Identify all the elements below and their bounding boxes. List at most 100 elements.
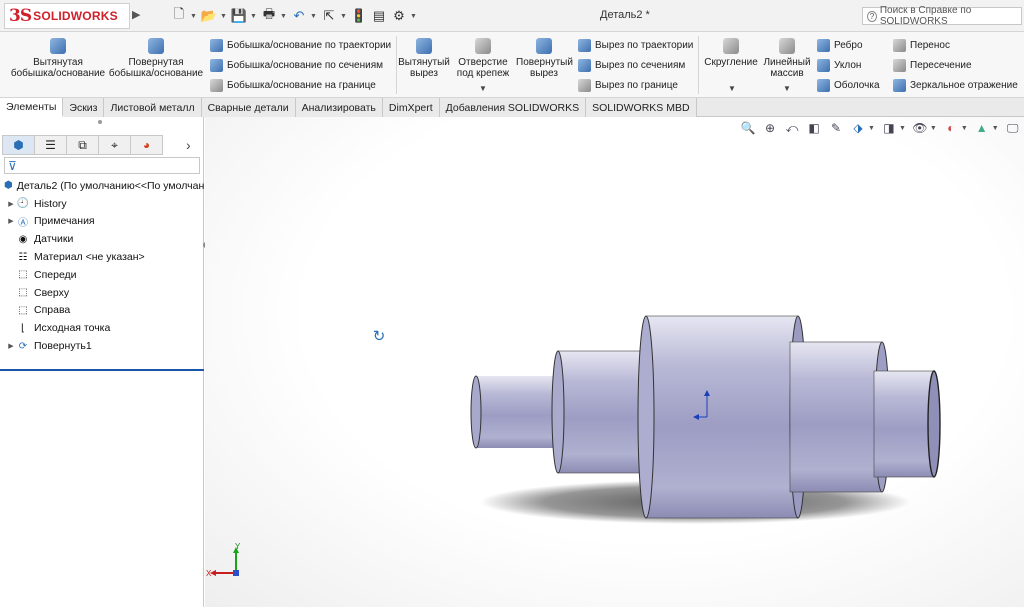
swept-cut-button[interactable]: Вырез по траектории <box>578 36 693 54</box>
property-manager-tab-icon[interactable]: ☰ <box>34 135 67 155</box>
display-manager-tab-icon[interactable]: ◕ <box>130 135 163 155</box>
tree-root-part[interactable]: ⬢ Деталь2 (По умолчанию<<По умолчан <box>0 177 204 195</box>
lofted-boss-button[interactable]: Бобышка/основание по сечениям <box>210 56 383 74</box>
draft-label: Уклон <box>834 59 862 71</box>
boundary-boss-button[interactable]: Бобышка/основание на границе <box>210 76 376 94</box>
swept-boss-icon <box>210 38 223 52</box>
configuration-manager-tab-icon[interactable]: ⧉ <box>66 135 99 155</box>
tree-item-front-plane[interactable]: ⬚ Спереди <box>0 266 204 284</box>
tree-item-top-plane[interactable]: ⬚ Сверху <box>0 284 204 302</box>
stepped-shaft-model[interactable] <box>440 300 950 530</box>
solidworks-logo[interactable]: 3S SOLIDWORKS <box>4 3 130 29</box>
open-dropdown-icon[interactable]: ▼ <box>220 13 228 20</box>
extruded-cut-button[interactable]: Вытянутый вырез <box>398 38 450 79</box>
tree-item-material[interactable]: ☷ Материал <не указан> <box>0 248 204 266</box>
help-search-input[interactable]: ? Поиск в Справке по SOLIDWORKS <box>862 5 1022 27</box>
linear-pattern-dropdown-icon[interactable]: ▼ <box>783 84 791 93</box>
options-icon[interactable]: ⚙ <box>390 7 408 25</box>
tree-item-right-plane[interactable]: ⬚ Справа <box>0 302 204 320</box>
menu-expand-icon[interactable]: ▶ <box>132 8 140 21</box>
display-style-dropdown-icon[interactable]: ▼ <box>899 125 906 132</box>
tab-sketch[interactable]: Эскиз <box>63 98 105 117</box>
select-icon[interactable]: ⇱ <box>320 7 338 25</box>
print-icon[interactable]: 🖶 <box>260 6 278 25</box>
view-settings-icon[interactable]: 🖵 <box>1005 120 1021 136</box>
draft-button[interactable]: Уклон <box>817 56 861 74</box>
dynamic-annotation-icon[interactable]: ✎ <box>828 120 844 136</box>
fillet-button[interactable]: Скругление <box>702 38 760 68</box>
fillet-dropdown-icon[interactable]: ▼ <box>728 84 736 93</box>
heads-up-view-toolbar: 🔍 ⊕ ⤺ ◧ ✎ ⬗▼ ◨▼ 👁▼ ◐▼ ▲▼ 🖵▼ <box>740 120 1024 136</box>
command-manager-tabs: Элементы Эскиз Листовой металл Сварные д… <box>0 98 1024 117</box>
edit-appearance-icon[interactable]: ◐ <box>943 120 959 136</box>
options-dropdown-icon[interactable]: ▼ <box>410 13 418 20</box>
tree-item-annotations[interactable]: ▶ Ⓐ Примечания <box>0 213 204 231</box>
hole-wizard-label: Отверстие под крепеж <box>456 57 510 79</box>
save-dropdown-icon[interactable]: ▼ <box>250 13 258 20</box>
wrap-button[interactable]: Перенос <box>893 36 950 54</box>
mirror-button[interactable]: Зеркальное отражение <box>893 76 1018 94</box>
hole-wizard-button[interactable]: Отверстие под крепеж <box>454 38 512 79</box>
revolved-boss-button[interactable]: Повернутая бобышка/основание <box>108 38 204 79</box>
previous-view-icon[interactable]: ⤺ <box>784 120 800 136</box>
boundary-cut-button[interactable]: Вырез по границе <box>578 76 678 94</box>
intersect-button[interactable]: Пересечение <box>893 56 972 74</box>
hide-show-dropdown-icon[interactable]: ▼ <box>930 125 937 132</box>
shell-icon <box>817 78 830 92</box>
tab-features[interactable]: Элементы <box>0 98 64 117</box>
hide-show-items-icon[interactable]: 👁 <box>912 120 928 136</box>
rebuild-icon[interactable]: 🚦 <box>350 7 368 25</box>
zoom-to-area-icon[interactable]: ⊕ <box>762 120 778 136</box>
panel-grip[interactable] <box>98 120 102 124</box>
shell-button[interactable]: Оболочка <box>817 76 880 94</box>
chevron-right-icon[interactable]: › <box>186 137 191 153</box>
linear-pattern-button[interactable]: Линейный массив <box>760 38 814 79</box>
extruded-boss-button[interactable]: Вытянутая бобышка/основание <box>10 38 106 79</box>
tree-filter-input[interactable]: ⊽ <box>4 157 200 174</box>
tree-item-revolve1[interactable]: ▶ ⟳ Повернуть1 <box>0 337 204 355</box>
tab-sheet-metal[interactable]: Листовой металл <box>104 98 202 117</box>
dimxpert-manager-tab-icon[interactable]: ⌖ <box>98 135 131 155</box>
zoom-to-fit-icon[interactable]: 🔍 <box>740 120 756 136</box>
expand-arrow-icon[interactable]: ▶ <box>6 217 16 225</box>
hole-wizard-dropdown-icon[interactable]: ▼ <box>479 84 487 93</box>
new-document-icon[interactable]: 🗋 <box>170 6 188 25</box>
undo-dropdown-icon[interactable]: ▼ <box>310 13 318 20</box>
view-orientation-dropdown-icon[interactable]: ▼ <box>868 125 875 132</box>
scene-dropdown-icon[interactable]: ▼ <box>992 125 999 132</box>
rib-button[interactable]: Ребро <box>817 36 863 54</box>
tab-solidworks-addins[interactable]: Добавления SOLIDWORKS <box>439 98 587 117</box>
expand-arrow-icon[interactable]: ▶ <box>6 200 16 208</box>
open-icon[interactable]: 📂 <box>200 7 218 25</box>
apply-scene-icon[interactable]: ▲ <box>974 120 990 136</box>
swept-boss-button[interactable]: Бобышка/основание по траектории <box>210 36 391 54</box>
extruded-cut-icon <box>416 38 432 54</box>
print-dropdown-icon[interactable]: ▼ <box>280 13 288 20</box>
tab-solidworks-mbd[interactable]: SOLIDWORKS MBD <box>586 98 697 117</box>
section-view-icon[interactable]: ◧ <box>806 120 822 136</box>
file-properties-icon[interactable]: ▤ <box>370 7 388 25</box>
view-orientation-icon[interactable]: ⬗ <box>850 120 866 136</box>
select-dropdown-icon[interactable]: ▼ <box>340 13 348 20</box>
tab-weldments[interactable]: Сварные детали <box>201 98 296 117</box>
tab-evaluate[interactable]: Анализировать <box>295 98 383 117</box>
expand-arrow-icon[interactable]: ▶ <box>6 342 16 350</box>
feature-manager-panel: ⬢ ☰ ⧉ ⌖ ◕ › ⊽ ⬢ Деталь2 (По умолчанию<<П… <box>0 117 204 607</box>
feature-manager-tab-icon[interactable]: ⬢ <box>2 135 35 155</box>
new-dropdown-icon[interactable]: ▼ <box>190 13 198 20</box>
revolve-feature-icon: ⟳ <box>18 340 28 352</box>
tree-item-history[interactable]: ▶ 🕘 History <box>0 195 204 213</box>
rotate-view-icon[interactable]: ↻ <box>370 327 388 345</box>
revolved-cut-button[interactable]: Повернутый вырез <box>516 38 573 79</box>
material-icon: ☷ <box>18 251 28 263</box>
lofted-cut-button[interactable]: Вырез по сечениям <box>578 56 685 74</box>
logo-text: SOLIDWORKS <box>33 9 118 23</box>
hole-wizard-icon <box>475 38 491 54</box>
tree-item-origin[interactable]: ⌊ Исходная точка <box>0 319 204 337</box>
tree-item-sensors[interactable]: ◉ Датчики <box>0 230 204 248</box>
appearance-dropdown-icon[interactable]: ▼ <box>961 125 968 132</box>
tab-dimxpert[interactable]: DimXpert <box>382 98 440 117</box>
display-style-icon[interactable]: ◨ <box>881 120 897 136</box>
undo-icon[interactable]: ↶ <box>290 7 308 25</box>
save-icon[interactable]: 💾 <box>230 7 248 25</box>
